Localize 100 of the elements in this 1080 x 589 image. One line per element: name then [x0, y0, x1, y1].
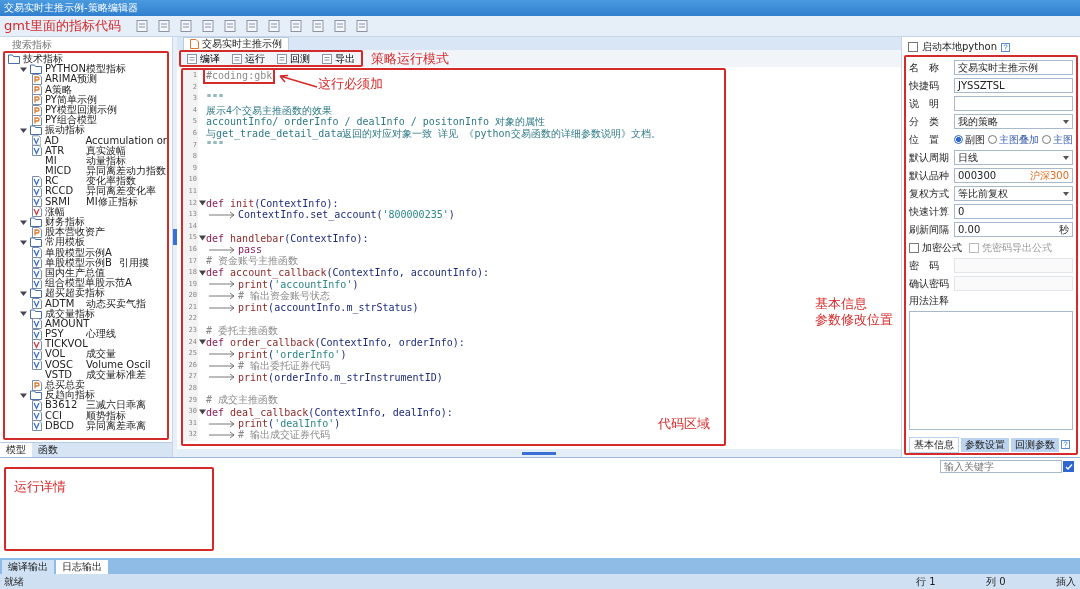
tree-item[interactable]: CCI [45, 410, 79, 421]
caret-icon[interactable] [20, 218, 27, 226]
dropdown[interactable]: 等比前复权 [954, 186, 1073, 201]
document-icon[interactable] [201, 19, 215, 33]
input-field[interactable]: JYSSZTSL [954, 78, 1073, 93]
tree-item[interactable]: ADTM [45, 298, 79, 309]
document-icon[interactable] [245, 19, 259, 33]
fold-caret-icon[interactable] [198, 200, 206, 207]
panel-tab[interactable]: 基本信息 [909, 436, 959, 453]
tree-item[interactable]: AMOUNT [45, 318, 90, 330]
document-icon[interactable] [267, 19, 281, 33]
checkbox[interactable] [909, 242, 919, 253]
tree-item[interactable]: 技术指标 [23, 54, 63, 65]
fold-caret-icon[interactable] [198, 269, 206, 276]
tree-item[interactable]: A策略 [45, 84, 79, 95]
toolbar-button[interactable]: 编译 [181, 52, 226, 65]
input-field[interactable]: 0 [954, 204, 1073, 219]
document-icon[interactable] [333, 19, 347, 33]
toolbar-button[interactable]: 运行 [226, 52, 271, 65]
tree-item[interactable]: 超买超卖指标 [45, 288, 105, 299]
panel-tab[interactable]: 函数 [32, 443, 64, 457]
notes-field[interactable] [909, 311, 1073, 430]
search-field[interactable]: 搜索指标 [4, 38, 168, 50]
tree-item[interactable]: AD [44, 135, 79, 146]
radio-button[interactable] [1042, 135, 1051, 144]
document-icon[interactable] [289, 19, 303, 33]
field-label: 分 类 [909, 114, 940, 129]
panel-tab[interactable]: 模型 [0, 443, 32, 457]
input-field[interactable]: 交易实时主推示例 [954, 60, 1073, 75]
input-field[interactable]: 0.00 秒 [954, 222, 1073, 237]
code-line: def init(ContextInfo): [206, 197, 339, 209]
tree-item[interactable]: 股本营收资产 [45, 227, 105, 238]
file-tab[interactable]: 交易实时主推示例 [183, 37, 289, 50]
fold-caret-icon[interactable] [198, 409, 206, 415]
panel-tab[interactable]: 回测参数 [1011, 437, 1059, 452]
help-icon[interactable] [1001, 42, 1010, 52]
tree-item[interactable]: PSY [45, 329, 79, 340]
help-icon[interactable] [1061, 440, 1070, 449]
caret-icon[interactable] [20, 289, 27, 297]
document-icon[interactable] [355, 19, 369, 33]
document-icon[interactable] [157, 19, 171, 33]
tree-item[interactable]: SRMI [45, 196, 79, 207]
panel-tab[interactable]: 参数设置 [961, 437, 1009, 452]
tree-item[interactable]: MICD [45, 166, 79, 177]
output-tab[interactable]: 日志输出 [56, 560, 108, 574]
radio-button[interactable] [954, 135, 963, 144]
search-button[interactable] [1063, 461, 1074, 472]
formula-file-icon [32, 359, 42, 371]
scrollbar-handle[interactable] [522, 451, 556, 455]
tree-item[interactable]: PYTHON模型指标 [45, 64, 126, 75]
caret-icon[interactable] [20, 126, 27, 134]
tree-item[interactable]: 单股模型示例B [45, 257, 112, 268]
dropdown[interactable]: 日线 [954, 150, 1073, 165]
caret-icon [1063, 119, 1069, 124]
tree-item[interactable]: 国内生产总值 [45, 267, 105, 279]
caret-icon[interactable] [20, 391, 27, 399]
tree-item[interactable]: RC [45, 176, 79, 187]
tree-item[interactable]: VSTD [45, 369, 79, 380]
folder-icon [30, 390, 42, 401]
fold-caret-icon[interactable] [198, 235, 206, 242]
splitter-handle[interactable] [173, 229, 177, 245]
fold-caret-icon[interactable] [198, 339, 206, 346]
tree-item[interactable]: DBCD [45, 420, 79, 431]
caret-icon[interactable] [20, 65, 27, 73]
caret-icon[interactable] [20, 238, 27, 246]
tree-item[interactable]: PY组合模型 [45, 115, 97, 126]
output-tab[interactable]: 编译输出 [2, 560, 54, 574]
document-icon[interactable] [311, 19, 325, 33]
tree-item[interactable]: MI [45, 155, 79, 167]
code-line: print('accountInfo') [238, 279, 359, 290]
tree-item[interactable]: VOSC [45, 359, 79, 370]
tree-item[interactable]: 组合模型单股示范A [45, 278, 132, 289]
tree-item[interactable]: 反趋向指标 [45, 390, 95, 401]
tree-item[interactable]: 成交量指标 [45, 308, 95, 319]
tree-item[interactable]: VOL [45, 349, 79, 360]
caret-icon[interactable] [20, 310, 27, 318]
input-field[interactable] [954, 96, 1073, 111]
search-field[interactable]: 输入关键字 [940, 460, 1062, 473]
toolbar-button[interactable]: 导出 [316, 52, 361, 65]
input-field[interactable]: 000300 沪深300 [954, 168, 1073, 183]
tree-item[interactable]: 总买总卖 [45, 380, 85, 391]
radio-button[interactable] [988, 135, 997, 144]
splitter[interactable] [173, 37, 177, 457]
tree-item[interactable]: TICKVOL [45, 339, 88, 350]
tree-item[interactable]: 单股模型示例A [45, 247, 112, 258]
dropdown[interactable]: 我的策略 [954, 114, 1073, 129]
tree-item[interactable]: 涨幅 [45, 206, 79, 217]
tree-item[interactable]: 财务指标 [45, 217, 85, 228]
toolbar-button[interactable]: 回测 [271, 52, 316, 65]
tree-item[interactable]: ATR [45, 145, 79, 156]
document-icon[interactable] [135, 19, 149, 33]
tree-item[interactable]: B3612 [45, 400, 79, 411]
tree-item[interactable]: 常用模板 [45, 237, 85, 248]
document-icon[interactable] [223, 19, 237, 33]
tree-item[interactable]: PY简单示例 [45, 94, 97, 105]
document-icon[interactable] [179, 19, 193, 33]
tree-item[interactable]: ARIMA预测 [45, 74, 98, 85]
tree-item[interactable]: 振动指标 [45, 125, 85, 136]
tree-item[interactable]: RCCD [45, 186, 79, 197]
checkbox[interactable] [908, 42, 918, 52]
